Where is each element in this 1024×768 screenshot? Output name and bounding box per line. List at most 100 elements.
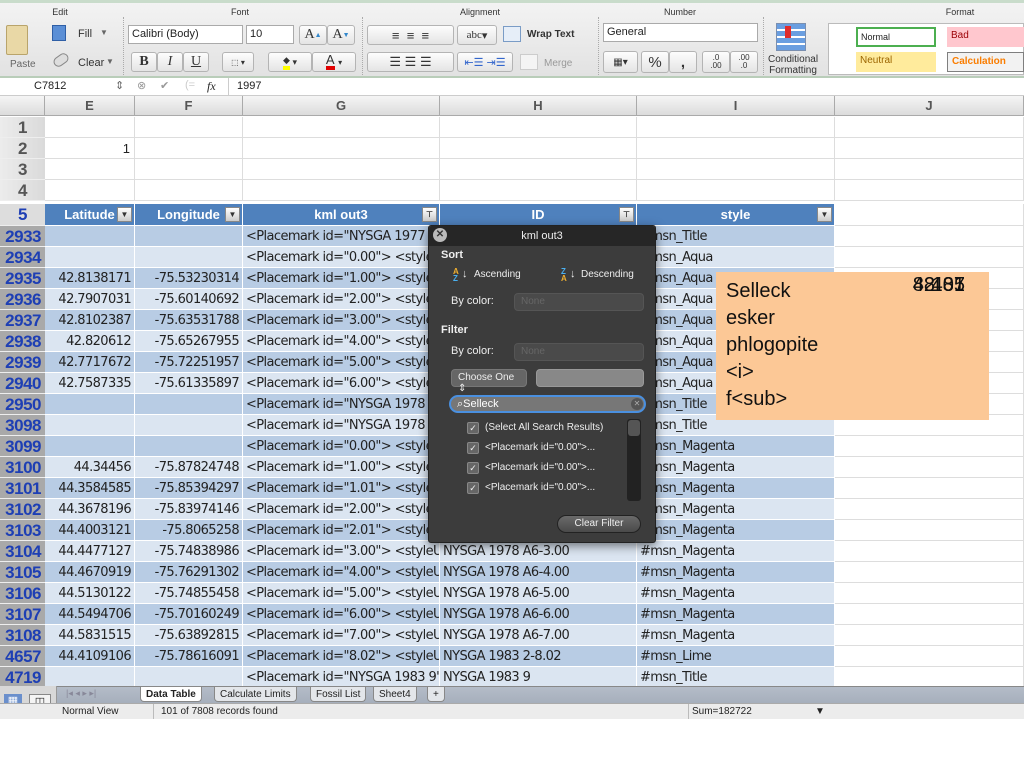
cell[interactable] — [835, 541, 1024, 562]
font-size-select[interactable]: 10 — [246, 25, 294, 44]
sort-by-color-select[interactable]: None — [514, 293, 644, 311]
table-cell-lon[interactable]: -75.83974146 — [135, 499, 243, 520]
cell[interactable] — [440, 138, 637, 159]
cell[interactable] — [835, 667, 1024, 688]
row-header[interactable]: 2940 — [0, 373, 45, 394]
clear-button[interactable]: Clear — [78, 57, 104, 69]
table-cell-lon[interactable]: -75.8065258 — [135, 520, 243, 541]
formula-input[interactable]: 1997 — [237, 80, 261, 92]
table-cell-lat[interactable] — [45, 436, 135, 457]
column-header-f[interactable]: F — [135, 96, 243, 116]
table-cell-lat[interactable]: 44.34456 — [45, 457, 135, 478]
table-cell-kml[interactable]: <Placemark id="6.00"> <styleU — [243, 604, 440, 625]
table-cell-kml[interactable]: <Placemark id="2.00"> <style — [243, 499, 440, 520]
cell[interactable] — [835, 159, 1024, 180]
increase-decimal-icon[interactable]: .0.00 — [702, 51, 730, 73]
italic-button[interactable]: I — [157, 52, 183, 72]
sheet-tab[interactable]: Fossil List — [310, 687, 367, 702]
row-header[interactable]: 3105 — [0, 562, 45, 583]
table-cell-lon[interactable]: -75.72251957 — [135, 352, 243, 373]
fill-button[interactable]: Fill — [78, 28, 92, 40]
conditional-formatting-icon[interactable] — [776, 23, 806, 51]
table-cell-id[interactable]: NYSGA 1978 A6-4.00 — [440, 562, 637, 583]
table-cell-lon[interactable]: -75.53230314 — [135, 268, 243, 289]
row-header[interactable]: 3100 — [0, 457, 45, 478]
cell[interactable] — [835, 604, 1024, 625]
increase-font-icon[interactable]: A ▲ — [299, 25, 327, 45]
font-color-icon[interactable]: A ▾ — [312, 52, 356, 72]
table-cell-lon[interactable] — [135, 394, 243, 415]
row-header[interactable]: 5 — [0, 204, 45, 226]
table-cell-lon[interactable]: -75.61335897 — [135, 373, 243, 394]
row-header[interactable]: 2937 — [0, 310, 45, 331]
table-cell-id[interactable]: NYSGA 1978 A6-7.00 — [440, 625, 637, 646]
table-cell-lat[interactable] — [45, 415, 135, 436]
cell[interactable] — [637, 180, 835, 201]
table-cell-style[interactable]: #msn_Title — [637, 667, 835, 688]
orientation-button[interactable]: abc ▾ — [457, 25, 497, 45]
cell[interactable] — [243, 117, 440, 138]
row-header[interactable]: 3099 — [0, 436, 45, 457]
sheet-tab[interactable]: + — [427, 687, 445, 702]
sheet-tab[interactable]: Calculate Limits — [214, 687, 297, 702]
table-cell-lon[interactable] — [135, 247, 243, 268]
table-cell-lon[interactable]: -75.65267955 — [135, 331, 243, 352]
row-header[interactable]: 3104 — [0, 541, 45, 562]
cell[interactable] — [835, 436, 1024, 457]
cell[interactable] — [835, 583, 1024, 604]
cell[interactable] — [835, 204, 1024, 226]
sheet-tab[interactable]: Sheet4 — [373, 687, 417, 702]
table-cell-lat[interactable] — [45, 247, 135, 268]
table-cell-lat[interactable]: 42.820612 — [45, 331, 135, 352]
row-header[interactable]: 2 — [0, 138, 45, 159]
style-calculation[interactable]: Calculation — [947, 52, 1024, 72]
filter-dropdown-icon[interactable]: ▼ — [225, 207, 240, 222]
table-cell-kml[interactable]: <Placemark id="2.01"> <style — [243, 520, 440, 541]
enter-icon[interactable]: ✔ — [160, 79, 169, 92]
table-cell-lon[interactable]: -75.87824748 — [135, 457, 243, 478]
list-scrollbar[interactable] — [627, 419, 641, 501]
table-cell-kml[interactable]: <Placemark id="8.02"> <styleU — [243, 646, 440, 667]
table-cell-id[interactable]: NYSGA 1978 A6-3.00 — [440, 541, 637, 562]
condition-select[interactable]: Choose One ⇕ — [451, 369, 527, 394]
table-cell-kml[interactable]: <Placemark id="3.00"> <style — [243, 310, 440, 331]
row-header[interactable]: 3 — [0, 159, 45, 180]
table-cell-kml[interactable]: <Placemark id="4.00"> <styleU — [243, 562, 440, 583]
tab-nav-arrows[interactable]: |◂ ◂ ▸ ▸| — [66, 688, 96, 699]
decrease-font-icon[interactable]: A ▼ — [327, 25, 355, 45]
sum-dropdown-icon[interactable]: ▼ — [815, 704, 825, 719]
checkbox[interactable]: ✓ — [467, 422, 479, 434]
table-cell-style[interactable]: #msn_Magenta — [637, 604, 835, 625]
vertical-align-icons[interactable]: ≡ ≡ ≡ — [367, 25, 454, 45]
row-header[interactable]: 3101 — [0, 478, 45, 499]
row-header[interactable]: 2935 — [0, 268, 45, 289]
cell[interactable] — [45, 159, 135, 180]
table-cell-style[interactable]: #msn_Magenta — [637, 478, 835, 499]
filter-by-color-select[interactable]: None — [514, 343, 644, 361]
table-cell-lon[interactable] — [135, 415, 243, 436]
table-cell-id[interactable]: NYSGA 1978 A6-6.00 — [440, 604, 637, 625]
cell[interactable] — [637, 159, 835, 180]
cell[interactable] — [835, 520, 1024, 541]
cell[interactable] — [243, 180, 440, 201]
filter-active-icon[interactable]: ⊤ — [619, 207, 634, 222]
cell[interactable] — [835, 478, 1024, 499]
table-cell-lat[interactable] — [45, 667, 135, 688]
function-icon[interactable]: (= — [185, 79, 195, 91]
cell[interactable] — [835, 117, 1024, 138]
table-cell-style[interactable]: #msn_Magenta — [637, 625, 835, 646]
table-cell-style[interactable]: #msn_Magenta — [637, 520, 835, 541]
cell[interactable] — [135, 180, 243, 201]
table-cell-style[interactable]: #msn_Magenta — [637, 583, 835, 604]
bold-button[interactable]: B — [131, 52, 157, 72]
decrease-decimal-icon[interactable]: .00.0 — [730, 51, 758, 73]
filter-list-item[interactable]: <Placemark id="0.00">... — [485, 442, 595, 453]
currency-icon[interactable]: ▦▾ — [603, 51, 638, 73]
filter-active-icon[interactable]: ⊤ — [422, 207, 437, 222]
row-header[interactable]: 2938 — [0, 331, 45, 352]
condition-value-input[interactable] — [536, 369, 644, 387]
table-cell-lon[interactable]: -75.85394297 — [135, 478, 243, 499]
table-cell-id[interactable]: NYSGA 1983 2-8.02 — [440, 646, 637, 667]
row-header[interactable]: 3103 — [0, 520, 45, 541]
cell[interactable] — [835, 646, 1024, 667]
